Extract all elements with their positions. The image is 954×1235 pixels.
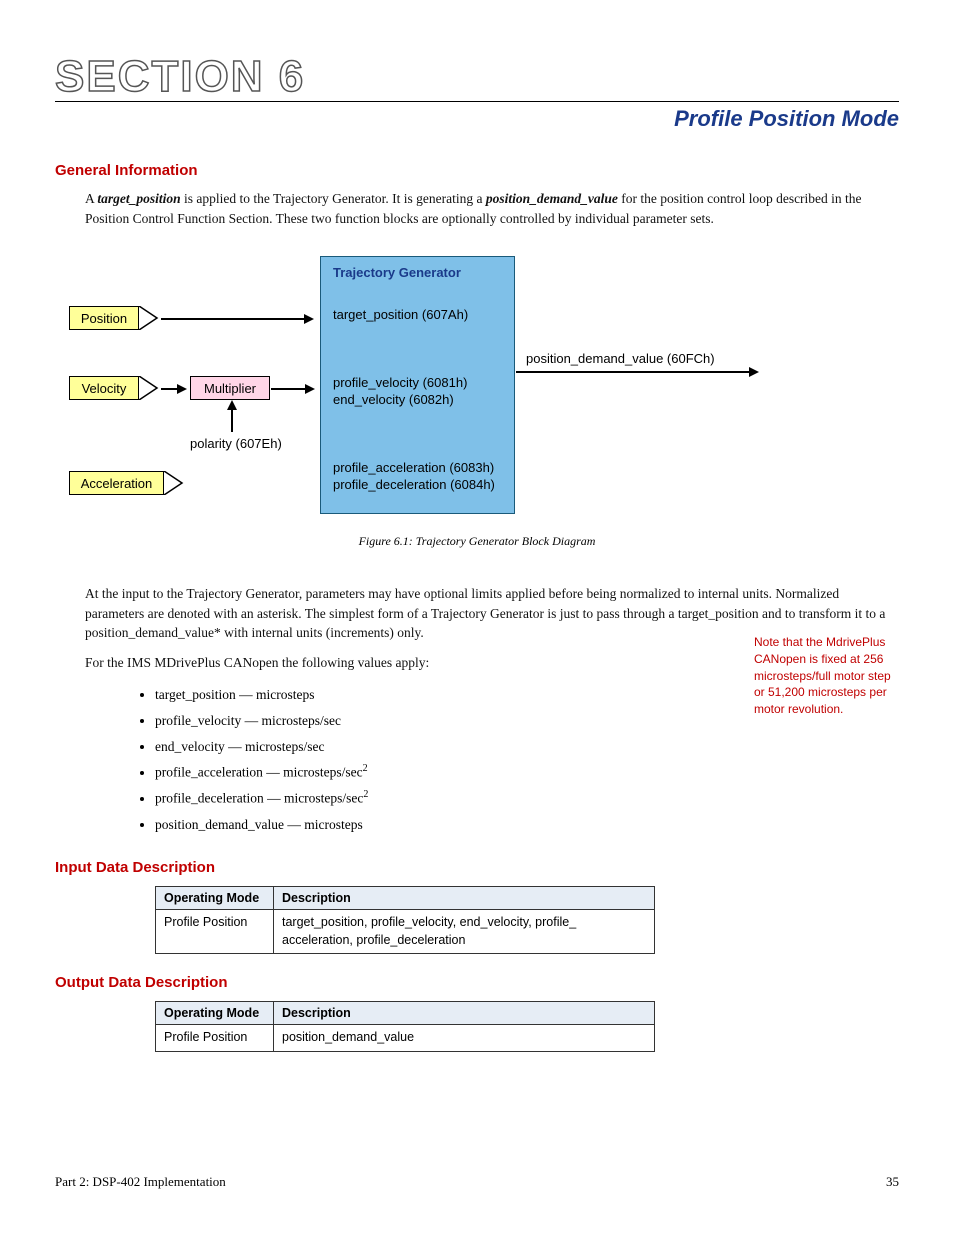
td-mode: Profile Position	[156, 1025, 274, 1052]
sidebar-note: Note that the MdrivePlus CANopen is fixe…	[754, 634, 899, 718]
page-title: Profile Position Mode	[55, 106, 899, 132]
trajectory-generator-diagram: Trajectory Generator target_position (60…	[55, 256, 899, 516]
td-desc: position_demand_value	[274, 1025, 655, 1052]
td-desc: target_position, profile_velocity, end_v…	[274, 910, 655, 954]
tg-row-target-position: target_position (607Ah)	[333, 306, 502, 324]
arrow-icon	[161, 388, 179, 390]
heading-input-data: Input Data Description	[55, 859, 899, 876]
tg-profile-acceleration: profile_acceleration (6083h)	[333, 460, 494, 475]
input-data-table: Operating Mode Description Profile Posit…	[155, 886, 655, 954]
heading-output-data: Output Data Description	[55, 974, 899, 991]
arrow-icon	[161, 318, 306, 320]
tg-row-acceleration: profile_acceleration (6083h) profile_dec…	[333, 459, 502, 494]
td-mode: Profile Position	[156, 910, 274, 954]
arrow-icon	[516, 371, 751, 373]
chevron-icon	[139, 376, 161, 400]
acceleration-box: Acceleration	[69, 471, 164, 495]
trajectory-generator-box: Trajectory Generator target_position (60…	[320, 256, 515, 514]
arrow-up-icon	[231, 408, 233, 432]
page-footer: Part 2: DSP-402 Implementation 35	[55, 1174, 899, 1190]
tg-profile-deceleration: profile_deceleration (6084h)	[333, 477, 495, 492]
arrow-icon	[271, 388, 307, 390]
horizontal-rule	[55, 101, 899, 102]
heading-general-information: General Information	[55, 162, 899, 179]
section-heading: SECTION 6	[55, 55, 899, 99]
footer-left: Part 2: DSP-402 Implementation	[55, 1174, 226, 1190]
polarity-label: polarity (607Eh)	[190, 436, 282, 451]
th-operating-mode: Operating Mode	[156, 887, 274, 910]
multiplier-box: Multiplier	[190, 376, 270, 400]
tg-profile-velocity: profile_velocity (6081h)	[333, 375, 467, 390]
tg-title: Trajectory Generator	[333, 265, 502, 280]
position-box: Position	[69, 306, 139, 330]
footer-page-number: 35	[886, 1174, 899, 1190]
th-description: Description	[274, 1002, 655, 1025]
intro-paragraph: A target_position is applied to the Traj…	[85, 189, 899, 228]
unit-end-velocity: end_velocity — microsteps/sec	[155, 734, 899, 760]
velocity-box: Velocity	[69, 376, 139, 400]
th-description: Description	[274, 887, 655, 910]
unit-profile-deceleration: profile_deceleration — microsteps/sec2	[155, 785, 899, 811]
unit-profile-acceleration: profile_acceleration — microsteps/sec2	[155, 759, 899, 785]
output-label: position_demand_value (60FCh)	[526, 351, 715, 366]
chevron-icon	[139, 306, 161, 330]
chevron-icon	[164, 471, 186, 495]
term-position-demand-value: position_demand_value	[486, 191, 618, 206]
unit-position-demand-value: position_demand_value — microsteps	[155, 812, 899, 838]
tg-end-velocity: end_velocity (6082h)	[333, 392, 454, 407]
th-operating-mode: Operating Mode	[156, 1002, 274, 1025]
term-target-position: target_position	[97, 191, 180, 206]
output-data-table: Operating Mode Description Profile Posit…	[155, 1001, 655, 1052]
figure-caption: Figure 6.1: Trajectory Generator Block D…	[55, 534, 899, 549]
tg-row-velocity: profile_velocity (6081h) end_velocity (6…	[333, 374, 502, 409]
